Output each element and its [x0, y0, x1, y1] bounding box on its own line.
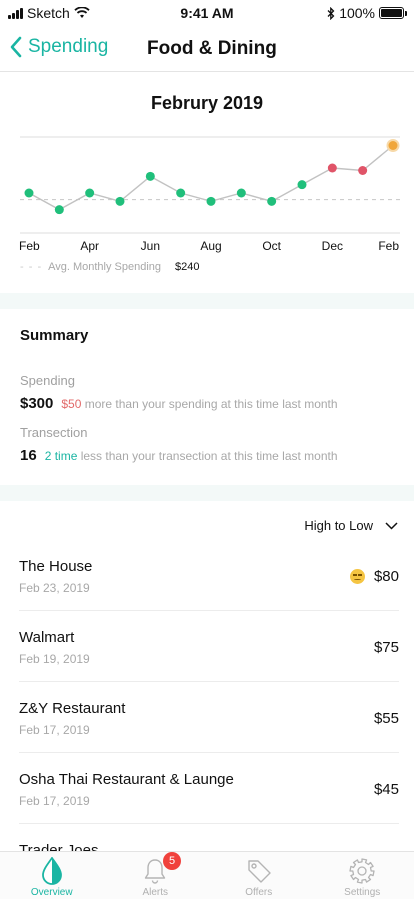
x-tick-label: Apr	[80, 239, 99, 253]
tab-label: Overview	[30, 887, 73, 898]
data-point	[145, 171, 155, 181]
alerts-badge: 5	[163, 852, 181, 870]
transaction-row[interactable]: Z&Y Restaurant Feb 17, 2019 $55	[19, 682, 399, 753]
data-point	[236, 188, 246, 198]
merchant-name: Walmart	[19, 629, 75, 646]
x-tick-label: Feb	[378, 239, 399, 253]
transaction-right: $80	[349, 568, 399, 585]
tab-overview[interactable]: Overview	[0, 852, 104, 899]
transaction-date: Feb 19, 2019	[19, 652, 90, 666]
spending-chart-section: Februry 2019 Feb Apr Jun Aug Oct Dec Feb - - -…	[0, 73, 414, 293]
drop-icon	[41, 857, 62, 885]
worried-face-icon	[349, 569, 365, 584]
transaction-right: $45	[374, 781, 399, 798]
summary-title: Summary	[20, 327, 89, 344]
transaction-row[interactable]: Osha Thai Restaurant & Launge Feb 17, 20…	[19, 753, 399, 824]
sort-dropdown[interactable]: High to Low	[304, 518, 398, 533]
x-tick-label: Aug	[200, 239, 221, 253]
data-point	[206, 196, 216, 206]
spending-comparison: $50 more than your spending at this time…	[61, 397, 337, 411]
data-point	[54, 205, 64, 215]
data-point	[24, 188, 34, 198]
tab-alerts[interactable]: Alerts	[104, 852, 208, 899]
sort-label: High to Low	[304, 518, 373, 533]
gear-icon	[349, 858, 375, 884]
battery-group: 100%	[327, 5, 407, 21]
transaction-date: Feb 17, 2019	[19, 794, 90, 808]
average-legend-label: Avg. Monthly Spending	[48, 261, 162, 273]
battery-icon	[379, 7, 407, 19]
back-label: Spending	[28, 36, 109, 57]
merchant-name: The House	[19, 558, 93, 575]
transaction-list: The House Feb 23, 2019 $80 Walmart Feb 1…	[0, 540, 414, 895]
data-point	[358, 166, 368, 175]
summary-card: Summary Spending $300 $50 more than your…	[0, 309, 414, 485]
tab-bar: Overview Alerts Offers Settings	[0, 851, 414, 899]
merchant-name: Z&Y Restaurant	[19, 700, 126, 717]
transaction-right: $55	[374, 710, 399, 727]
tab-offers[interactable]: Offers	[207, 852, 311, 899]
transaction-amount: $45	[373, 781, 399, 798]
transaction-amount: $55	[373, 710, 399, 727]
chart-legend: - - - Avg. Monthly Spending $240	[20, 261, 200, 273]
chevron-down-icon	[385, 521, 398, 530]
tab-settings[interactable]: Settings	[311, 852, 414, 899]
x-tick-label: Dec	[322, 239, 343, 253]
transaction-comparison: 2 time less than your transection at thi…	[45, 449, 338, 463]
transaction-right: $75	[374, 639, 399, 656]
tab-label: Offers	[245, 887, 273, 898]
transaction-date: Feb 23, 2019	[19, 581, 90, 595]
transaction-diff: 2 time	[44, 449, 78, 463]
data-point	[176, 188, 186, 198]
data-point	[297, 180, 307, 190]
transaction-row[interactable]: The House Feb 23, 2019 $80	[19, 540, 399, 611]
spending-value: $300	[20, 395, 54, 412]
transaction-date: Feb 17, 2019	[19, 723, 90, 737]
spending-note: more than your spending at this time las…	[84, 397, 338, 411]
transaction-amount: $80	[373, 568, 399, 585]
average-line-swatch: - - -	[20, 261, 43, 273]
x-tick-label: Oct	[262, 239, 281, 253]
spending-row: $300 $50 more than your spending at this…	[20, 395, 338, 412]
transaction-note: less than your transection at this time …	[80, 449, 338, 463]
nav-bar: Spending Food & Dining	[0, 28, 414, 72]
average-legend-value: $240	[175, 261, 200, 273]
section-divider	[0, 485, 414, 501]
tag-icon	[248, 860, 271, 883]
x-tick-label: Feb	[19, 239, 40, 253]
x-tick-label: Jun	[141, 239, 160, 253]
tab-label: Settings	[344, 887, 381, 898]
spending-diff: $50	[61, 397, 82, 411]
page-title: Food & Dining	[147, 38, 277, 59]
section-divider	[0, 293, 414, 309]
data-point	[115, 196, 125, 206]
line-chart: Feb Apr Jun Aug Oct Dec Feb	[19, 136, 400, 253]
data-point	[85, 188, 95, 198]
data-point	[327, 163, 337, 173]
transaction-row: 16 2 time less than your transection at …	[20, 447, 338, 464]
status-bar: Sketch 9:41 AM 100%	[0, 0, 414, 28]
data-point	[267, 196, 277, 206]
back-button[interactable]: Spending	[10, 36, 108, 58]
chevron-left-icon	[10, 36, 22, 58]
transaction-amount: $75	[373, 639, 399, 656]
transaction-value: 16	[20, 447, 37, 464]
bluetooth-icon	[327, 6, 335, 20]
spending-label: Spending	[20, 373, 75, 388]
transaction-label: Transection	[20, 425, 88, 440]
transaction-row[interactable]: Walmart Feb 19, 2019 $75	[19, 611, 399, 682]
tab-label: Alerts	[142, 887, 169, 898]
data-point	[388, 141, 398, 150]
battery-percent: 100%	[339, 5, 375, 21]
merchant-name: Osha Thai Restaurant & Launge	[19, 771, 234, 788]
